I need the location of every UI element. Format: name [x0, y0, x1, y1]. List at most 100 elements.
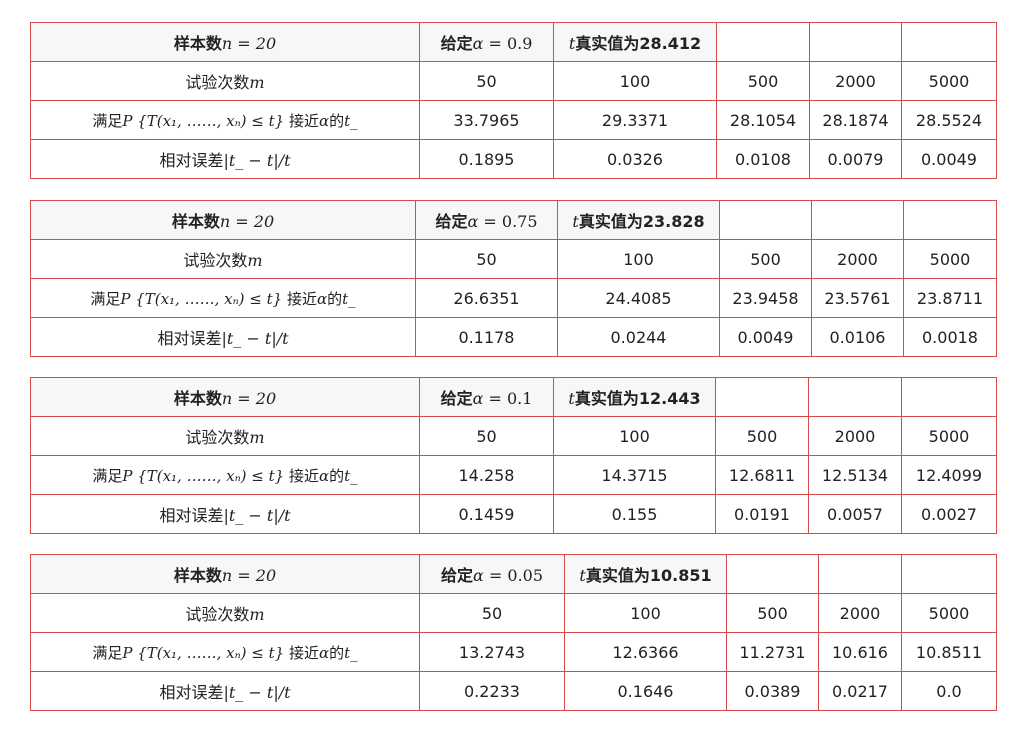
- m-value: 2000: [809, 61, 902, 101]
- row-label: 满足P {T(x₁, ……, xₙ) ≤ t} 接近α的t_: [30, 100, 420, 140]
- m-value: 2000: [811, 239, 904, 279]
- empty-cell: [726, 554, 819, 594]
- error-value: 0.0049: [901, 139, 997, 179]
- empty-cell: [818, 554, 902, 594]
- t-estimate-row: 满足P {T(x₁, ……, xₙ) ≤ t} 接近α的t_ 13.2743 1…: [30, 632, 997, 672]
- relative-error-row: 相对误差|t_ − t|/t 0.2233 0.1646 0.0389 0.02…: [30, 671, 997, 711]
- true-value-cell: t真实值为12.443: [553, 377, 716, 417]
- results-table-alpha-0.05: 样本数n = 20 给定α = 0.05 t真实值为10.851 试验次数m 5…: [30, 554, 997, 711]
- empty-cell: [901, 22, 997, 62]
- row-label: 试验次数m: [30, 416, 420, 456]
- error-value: 0.0049: [719, 317, 812, 357]
- empty-cell: [901, 554, 997, 594]
- true-value-cell: t真实值为23.828: [557, 200, 720, 240]
- alpha-cell: 给定α = 0.05: [419, 554, 565, 594]
- error-value: 0.1895: [419, 139, 554, 179]
- t-value: 23.8711: [903, 278, 997, 318]
- error-value: 0.0027: [901, 494, 997, 534]
- trials-row: 试验次数m 50 100 500 2000 5000: [30, 593, 997, 633]
- m-value: 5000: [901, 593, 997, 633]
- empty-cell: [716, 22, 810, 62]
- error-value: 0.1459: [419, 494, 554, 534]
- t-value: 29.3371: [553, 100, 717, 140]
- m-value: 50: [419, 416, 554, 456]
- row-label: 相对误差|t_ − t|/t: [30, 671, 420, 711]
- empty-cell: [903, 200, 997, 240]
- m-value: 50: [419, 593, 565, 633]
- results-table-alpha-0.1: 样本数n = 20 给定α = 0.1 t真实值为12.443 试验次数m 50…: [30, 377, 997, 534]
- alpha-cell: 给定α = 0.75: [415, 200, 558, 240]
- true-value-cell: t真实值为28.412: [553, 22, 717, 62]
- t-value: 13.2743: [419, 632, 565, 672]
- t-estimate-row: 满足P {T(x₁, ……, xₙ) ≤ t} 接近α的t_ 14.258 14…: [30, 455, 997, 495]
- empty-cell: [808, 377, 902, 417]
- trials-row: 试验次数m 50 100 500 2000 5000: [30, 61, 997, 101]
- results-table-alpha-0.75: 样本数n = 20 给定α = 0.75 t真实值为23.828 试验次数m 5…: [30, 200, 997, 357]
- row-label: 试验次数m: [30, 239, 416, 279]
- m-value: 100: [553, 61, 717, 101]
- m-value: 50: [419, 61, 554, 101]
- sample-size-cell: 样本数n = 20: [30, 377, 420, 417]
- error-value: 0.0217: [818, 671, 902, 711]
- empty-cell: [901, 377, 997, 417]
- alpha-cell: 给定α = 0.9: [419, 22, 554, 62]
- row-label: 相对误差|t_ − t|/t: [30, 139, 420, 179]
- error-value: 0.0108: [716, 139, 810, 179]
- t-value: 23.9458: [719, 278, 812, 318]
- row-label: 满足P {T(x₁, ……, xₙ) ≤ t} 接近α的t_: [30, 278, 416, 318]
- row-label: 满足P {T(x₁, ……, xₙ) ≤ t} 接近α的t_: [30, 455, 420, 495]
- error-value: 0.0191: [715, 494, 809, 534]
- m-value: 5000: [901, 61, 997, 101]
- m-value: 100: [553, 416, 716, 456]
- t-value: 10.616: [818, 632, 902, 672]
- m-value: 5000: [903, 239, 997, 279]
- t-value: 24.4085: [557, 278, 720, 318]
- error-value: 0.0057: [808, 494, 902, 534]
- empty-cell: [719, 200, 812, 240]
- m-value: 500: [715, 416, 809, 456]
- error-value: 0.0106: [811, 317, 904, 357]
- m-value: 2000: [808, 416, 902, 456]
- t-estimate-row: 满足P {T(x₁, ……, xₙ) ≤ t} 接近α的t_ 26.6351 2…: [30, 278, 997, 318]
- table-header-row: 样本数n = 20 给定α = 0.1 t真实值为12.443: [30, 377, 997, 417]
- m-value: 2000: [818, 593, 902, 633]
- table-header-row: 样本数n = 20 给定α = 0.9 t真实值为28.412: [30, 22, 997, 62]
- t-value: 28.1054: [716, 100, 810, 140]
- error-value: 0.0326: [553, 139, 717, 179]
- error-value: 0.155: [553, 494, 716, 534]
- table-header-row: 样本数n = 20 给定α = 0.75 t真实值为23.828: [30, 200, 997, 240]
- t-value: 10.8511: [901, 632, 997, 672]
- sample-size-cell: 样本数n = 20: [30, 200, 416, 240]
- row-label: 试验次数m: [30, 61, 420, 101]
- error-value: 0.0018: [903, 317, 997, 357]
- m-value: 500: [716, 61, 810, 101]
- sample-size-cell: 样本数n = 20: [30, 554, 420, 594]
- table-header-row: 样本数n = 20 给定α = 0.05 t真实值为10.851: [30, 554, 997, 594]
- t-value: 12.4099: [901, 455, 997, 495]
- empty-cell: [809, 22, 902, 62]
- m-value: 50: [415, 239, 558, 279]
- error-value: 0.0079: [809, 139, 902, 179]
- true-value-cell: t真实值为10.851: [564, 554, 727, 594]
- error-value: 0.0: [901, 671, 997, 711]
- row-label: 相对误差|t_ − t|/t: [30, 494, 420, 534]
- alpha-cell: 给定α = 0.1: [419, 377, 554, 417]
- t-value: 28.5524: [901, 100, 997, 140]
- t-value: 26.6351: [415, 278, 558, 318]
- t-estimate-row: 满足P {T(x₁, ……, xₙ) ≤ t} 接近α的t_ 33.7965 2…: [30, 100, 997, 140]
- empty-cell: [811, 200, 904, 240]
- relative-error-row: 相对误差|t_ − t|/t 0.1459 0.155 0.0191 0.005…: [30, 494, 997, 534]
- error-value: 0.1178: [415, 317, 558, 357]
- error-value: 0.0389: [726, 671, 819, 711]
- t-value: 12.6366: [564, 632, 727, 672]
- t-value: 33.7965: [419, 100, 554, 140]
- relative-error-row: 相对误差|t_ − t|/t 0.1895 0.0326 0.0108 0.00…: [30, 139, 997, 179]
- m-value: 500: [719, 239, 812, 279]
- trials-row: 试验次数m 50 100 500 2000 5000: [30, 416, 997, 456]
- m-value: 500: [726, 593, 819, 633]
- t-value: 14.3715: [553, 455, 716, 495]
- error-value: 0.0244: [557, 317, 720, 357]
- t-value: 11.2731: [726, 632, 819, 672]
- t-value: 14.258: [419, 455, 554, 495]
- relative-error-row: 相对误差|t_ − t|/t 0.1178 0.0244 0.0049 0.01…: [30, 317, 997, 357]
